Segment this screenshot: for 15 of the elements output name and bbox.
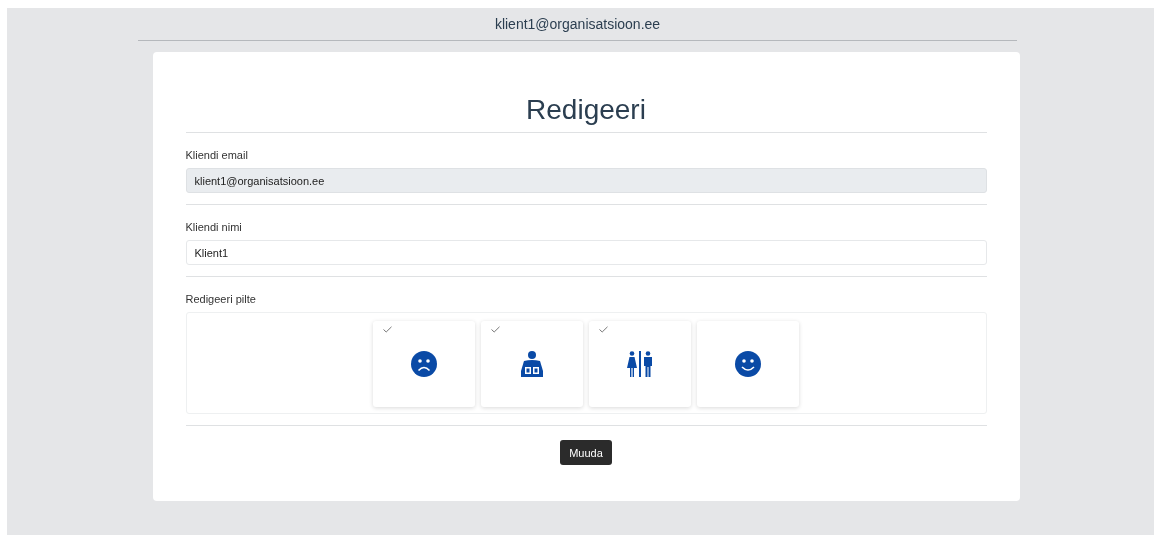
name-field[interactable]: Klient1 — [185, 240, 987, 265]
picture-tile[interactable] — [589, 321, 691, 407]
smiley-face-icon — [735, 351, 761, 377]
submit-button[interactable]: Muuda — [560, 440, 612, 465]
sad-face-icon — [411, 351, 437, 377]
picture-tile[interactable] — [697, 321, 799, 407]
form-title: Redigeeri — [525, 94, 647, 126]
user-email: klient1@organisatsioon.ee — [494, 16, 661, 32]
restroom-icon — [627, 351, 653, 377]
field-label: Redigeeri pilte — [185, 293, 257, 305]
picture-tile[interactable] — [373, 321, 475, 407]
field-label: Kliendi nimi — [185, 221, 243, 233]
field-label: Kliendi email — [185, 149, 249, 161]
picture-tile[interactable] — [481, 321, 583, 407]
person-reading-icon — [521, 351, 543, 377]
